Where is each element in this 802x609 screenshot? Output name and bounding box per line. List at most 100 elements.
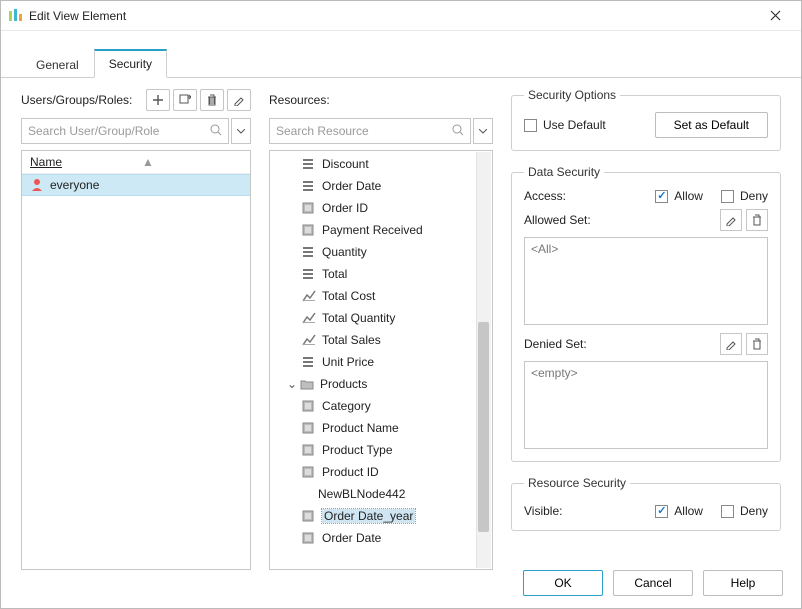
tree-item-label: Quantity xyxy=(322,245,367,259)
data-security-legend: Data Security xyxy=(524,165,604,179)
tree-item[interactable]: Order Date xyxy=(270,527,492,549)
delete-user-button[interactable] xyxy=(200,89,224,111)
pencil-icon xyxy=(725,214,737,226)
field-icon xyxy=(300,532,318,544)
scrollbar-track[interactable] xyxy=(476,152,491,568)
user-row[interactable]: everyone xyxy=(22,174,250,196)
field-icon xyxy=(300,202,318,214)
checkbox-icon xyxy=(721,190,734,203)
tree-item[interactable]: Order Date xyxy=(270,175,492,197)
access-allow-checkbox[interactable]: Allow xyxy=(655,189,703,203)
denied-set-box[interactable]: <empty> xyxy=(524,361,768,449)
access-label: Access: xyxy=(524,189,602,203)
edit-denied-button[interactable] xyxy=(720,333,742,355)
tree-item[interactable]: Total xyxy=(270,263,492,285)
visible-allow-checkbox[interactable]: Allow xyxy=(655,504,703,518)
tree-item-label: Products xyxy=(320,377,367,391)
help-button[interactable]: Help xyxy=(703,570,783,596)
tree-folder[interactable]: ⌄ Products xyxy=(270,373,492,395)
col-icon xyxy=(300,246,318,258)
folder-icon xyxy=(298,378,316,390)
use-default-label: Use Default xyxy=(543,118,606,132)
resources-column: Resources: DiscountOrder DateOrder IDPay… xyxy=(269,88,493,570)
denied-set-label: Denied Set: xyxy=(524,337,602,351)
meas-icon xyxy=(300,312,318,324)
tree-item-label: Product Name xyxy=(322,421,399,435)
clear-allowed-button[interactable] xyxy=(746,209,768,231)
meas-icon xyxy=(300,290,318,302)
allowed-set-box[interactable]: <All> xyxy=(524,237,768,325)
tree-item[interactable]: Payment Received xyxy=(270,219,492,241)
meas-icon xyxy=(300,334,318,346)
chevron-down-icon xyxy=(237,129,245,134)
col-icon xyxy=(300,356,318,368)
resource-security-legend: Resource Security xyxy=(524,476,630,490)
users-search xyxy=(21,118,229,144)
trash-icon xyxy=(751,338,763,350)
edit-allowed-button[interactable] xyxy=(720,209,742,231)
close-icon xyxy=(770,10,781,21)
resources-search-input[interactable] xyxy=(269,118,471,144)
plus-icon xyxy=(152,94,164,106)
tree-item[interactable]: Discount xyxy=(270,153,492,175)
scrollbar-thumb[interactable] xyxy=(478,322,489,532)
chevron-down-icon[interactable]: ⌄ xyxy=(286,377,298,391)
security-options-legend: Security Options xyxy=(524,88,620,102)
resources-tree[interactable]: DiscountOrder DateOrder IDPayment Receiv… xyxy=(269,150,493,570)
col-icon xyxy=(300,268,318,280)
app-icon xyxy=(7,8,23,24)
data-security-group: Data Security Access: Allow Deny Allowed… xyxy=(511,165,781,462)
tab-security[interactable]: Security xyxy=(94,49,167,78)
users-th-name[interactable]: Name xyxy=(30,155,62,169)
field-icon xyxy=(300,400,318,412)
users-list[interactable]: Name ▲ everyone xyxy=(21,150,251,570)
ok-button[interactable]: OK xyxy=(523,570,603,596)
access-deny-checkbox[interactable]: Deny xyxy=(721,189,768,203)
users-column: Users/Groups/Roles: xyxy=(21,88,251,570)
content-area: Users/Groups/Roles: xyxy=(1,78,801,578)
use-default-checkbox[interactable]: Use Default xyxy=(524,118,606,132)
clear-denied-button[interactable] xyxy=(746,333,768,355)
options-column: Security Options Use Default Set as Defa… xyxy=(511,88,781,570)
tree-item-label: NewBLNode442 xyxy=(318,487,405,501)
window-title: Edit View Element xyxy=(29,9,126,23)
tree-item-label: Discount xyxy=(322,157,369,171)
checkbox-icon xyxy=(524,119,537,132)
tree-item-label: Unit Price xyxy=(322,355,374,369)
tree-item[interactable]: Quantity xyxy=(270,241,492,263)
col-icon xyxy=(300,158,318,170)
resources-search xyxy=(269,118,471,144)
users-search-input[interactable] xyxy=(21,118,229,144)
tree-item[interactable]: Total Quantity xyxy=(270,307,492,329)
set-as-default-button[interactable]: Set as Default xyxy=(655,112,768,138)
resources-label: Resources: xyxy=(269,93,493,107)
tree-item-label: Total Cost xyxy=(322,289,375,303)
pencil-icon xyxy=(233,94,245,106)
trash-icon xyxy=(751,214,763,226)
field-icon xyxy=(300,444,318,456)
tree-item[interactable]: Total Sales xyxy=(270,329,492,351)
close-button[interactable] xyxy=(755,2,795,30)
tree-item[interactable]: Total Cost xyxy=(270,285,492,307)
tree-item[interactable]: Product Name xyxy=(270,417,492,439)
users-search-dropdown[interactable] xyxy=(231,118,251,144)
cancel-button[interactable]: Cancel xyxy=(613,570,693,596)
tree-item[interactable]: NewBLNode442 xyxy=(270,483,492,505)
trash-icon xyxy=(206,94,218,106)
tree-item[interactable]: Order ID xyxy=(270,197,492,219)
tree-item[interactable]: Product ID xyxy=(270,461,492,483)
tree-item-label: Payment Received xyxy=(322,223,423,237)
tree-item[interactable]: Product Type xyxy=(270,439,492,461)
tree-item[interactable]: Order Date_year xyxy=(270,505,492,527)
add-user-button[interactable] xyxy=(146,89,170,111)
resource-security-group: Resource Security Visible: Allow Deny xyxy=(511,476,781,531)
export-user-button[interactable] xyxy=(173,89,197,111)
tab-general[interactable]: General xyxy=(21,51,94,78)
allowed-set-label: Allowed Set: xyxy=(524,213,602,227)
tree-item[interactable]: Category xyxy=(270,395,492,417)
tree-item[interactable]: Unit Price xyxy=(270,351,492,373)
visible-deny-checkbox[interactable]: Deny xyxy=(721,504,768,518)
edit-user-button[interactable] xyxy=(227,89,251,111)
resources-search-dropdown[interactable] xyxy=(473,118,493,144)
field-icon xyxy=(300,224,318,236)
